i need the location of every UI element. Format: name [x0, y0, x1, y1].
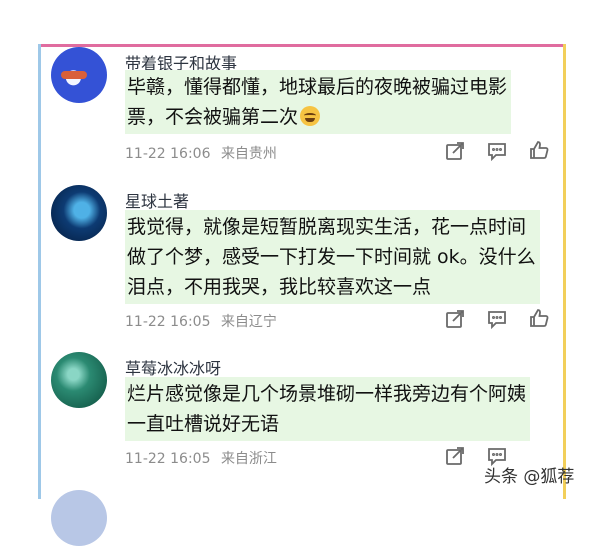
avatar[interactable]: [51, 490, 107, 546]
username[interactable]: 草莓冰冰冰呀: [125, 355, 221, 379]
frame-left-border: [38, 44, 41, 499]
like-button[interactable]: [529, 308, 551, 330]
comment-time: 11-22 16:06: [125, 146, 211, 162]
comment-text: 烂片感觉像是几个场景堆砌一样我旁边有个阿姨 一直吐槽说好无语: [125, 377, 531, 441]
watermark: 头条 @狐荐: [484, 467, 575, 487]
frame-top-border: [38, 44, 566, 47]
avatar[interactable]: [51, 47, 107, 103]
share-icon: [446, 142, 464, 160]
like-button[interactable]: [529, 140, 551, 162]
comment-text: 我觉得，就像是短暂脱离现实生活，花一点时间 做了个梦，感受一下打发一下时间就 o…: [125, 210, 540, 304]
thumbs-up-icon: [530, 309, 549, 327]
comment-icon: [488, 311, 506, 330]
share-icon: [446, 310, 464, 328]
laughing-tears-emoji-icon: [300, 106, 321, 126]
comment-meta: 11-22 16:05 来自浙江: [125, 448, 277, 468]
comment-time: 11-22 16:05: [125, 314, 211, 330]
share-button[interactable]: [445, 141, 467, 163]
comment-icon: [488, 143, 506, 162]
avatar[interactable]: [51, 185, 107, 241]
avatar[interactable]: [51, 352, 107, 408]
share-button[interactable]: [445, 446, 467, 468]
reply-button[interactable]: [487, 141, 509, 163]
comment-location: 来自辽宁: [220, 314, 277, 330]
share-button[interactable]: [445, 309, 467, 331]
comment-text: 毕赣，懂得都懂，地球最后的夜晚被骗过电影 票，不会被骗第二次: [125, 70, 512, 134]
comment-meta: 11-22 16:06 来自贵州: [125, 143, 277, 163]
share-icon: [446, 447, 464, 465]
comment-time: 11-22 16:05: [125, 451, 211, 467]
username[interactable]: 星球土著: [125, 188, 189, 212]
comment-meta: 11-22 16:05 来自辽宁: [125, 311, 277, 331]
comment-location: 来自浙江: [220, 451, 277, 467]
thumbs-up-icon: [530, 141, 549, 159]
comment-location: 来自贵州: [220, 146, 277, 162]
reply-button[interactable]: [487, 309, 509, 331]
frame-right-border: [563, 44, 566, 499]
